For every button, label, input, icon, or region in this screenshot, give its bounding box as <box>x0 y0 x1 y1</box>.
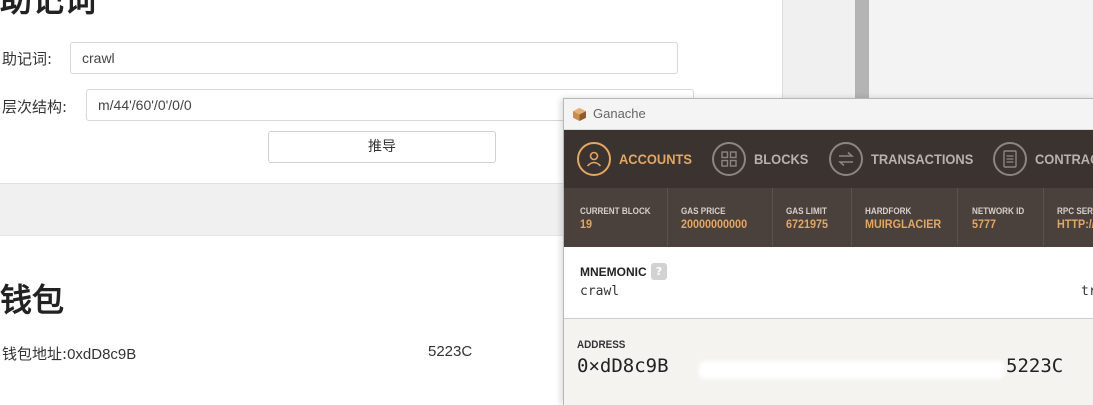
tab-accounts-label: ACCOUNTS <box>619 151 692 167</box>
transactions-icon <box>829 142 863 176</box>
divider <box>772 188 773 247</box>
address-value-tail: 5223C <box>1006 355 1064 377</box>
tab-accounts[interactable]: ACCOUNTS <box>577 140 698 178</box>
stat-label: GAS PRICE <box>681 206 726 216</box>
wallet-address-label: 钱包地址: <box>2 345 68 363</box>
titlebar: Ganache <box>564 99 1093 130</box>
divider <box>851 188 852 247</box>
address-value: 0×dD8c9B <box>577 355 669 377</box>
address-row[interactable]: ADDRESS 0×dD8c9B 5223C <box>564 319 1093 405</box>
stat-value: 6721975 <box>786 217 829 231</box>
path-input-value: m/44'/60'/0'/0/0 <box>98 97 192 113</box>
window-title: Ganache <box>593 106 646 121</box>
address-label: ADDRESS <box>577 339 626 351</box>
mnemonic-section: MNEMONIC ? crawl tr <box>564 247 1093 319</box>
stat-rpc-server: RPC SERVER HTTP:// <box>1057 206 1093 231</box>
help-icon[interactable]: ? <box>651 263 667 280</box>
tab-contracts-label: CONTRACTS <box>1035 151 1093 167</box>
stat-gas-limit: GAS LIMIT 6721975 <box>786 206 833 231</box>
stat-value: 19 <box>580 217 593 231</box>
blocks-icon <box>712 142 746 176</box>
tab-transactions[interactable]: TRANSACTIONS <box>829 140 982 178</box>
stat-value: 20000000000 <box>681 217 748 231</box>
wallet-heading: 钱包 <box>0 281 65 319</box>
status-bar: CURRENT BLOCK 19 GAS PRICE 20000000000 G… <box>564 188 1093 247</box>
wallet-address-row: 钱包地址:0xdD8c9B <box>2 343 136 364</box>
mnemonic-label: 助记词: <box>2 50 53 68</box>
stat-network-id: NETWORK ID 5777 <box>972 206 1030 231</box>
derive-button[interactable]: 推导 <box>268 131 496 163</box>
ganache-window: Ganache ACCOUNTS BLOCKS TRANSACTIONS CON… <box>563 98 1093 405</box>
stat-value: MUIRGLACIER <box>865 217 942 231</box>
stat-value: 5777 <box>972 217 997 231</box>
stat-current-block: CURRENT BLOCK 19 <box>580 206 659 231</box>
background-panel <box>869 0 1093 98</box>
tab-blocks[interactable]: BLOCKS <box>712 140 813 178</box>
wallet-address-tail: 5223C <box>428 343 473 360</box>
tab-blocks-label: BLOCKS <box>754 151 809 167</box>
mnemonic-input-value: crawl <box>82 50 115 66</box>
path-label: 层次结构: <box>2 98 68 116</box>
user-icon <box>577 142 611 176</box>
divider <box>667 188 668 247</box>
stat-hardfork: HARDFORK MUIRGLACIER <box>865 206 950 231</box>
mnemonic-label: MNEMONIC <box>580 265 647 279</box>
stat-label: RPC SERVER <box>1057 206 1093 216</box>
contracts-icon <box>993 142 1027 176</box>
divider <box>957 188 958 247</box>
mnemonic-heading: 助记词 <box>0 0 97 19</box>
redaction-blur <box>699 361 1004 379</box>
divider <box>1043 188 1044 247</box>
stat-label: CURRENT BLOCK <box>580 206 651 216</box>
tab-contracts[interactable]: CONTRACTS <box>993 140 1093 178</box>
ganache-logo-icon <box>573 108 586 121</box>
stat-label: GAS LIMIT <box>786 206 827 216</box>
mnemonic-input[interactable]: crawl <box>70 42 678 74</box>
tab-transactions-label: TRANSACTIONS <box>871 151 974 167</box>
stat-label: NETWORK ID <box>972 206 1025 216</box>
mnemonic-value: crawl <box>580 284 620 299</box>
main-nav: ACCOUNTS BLOCKS TRANSACTIONS CONTRACTS <box>564 130 1093 188</box>
stat-label: HARDFORK <box>865 206 912 216</box>
mnemonic-value-tail: tr <box>1081 284 1093 299</box>
stat-value: HTTP:// <box>1057 217 1093 231</box>
stat-gas-price: GAS PRICE 20000000000 <box>681 206 754 231</box>
scrollbar-strip <box>855 0 869 98</box>
wallet-address-head: 0xdD8c9B <box>67 346 137 363</box>
